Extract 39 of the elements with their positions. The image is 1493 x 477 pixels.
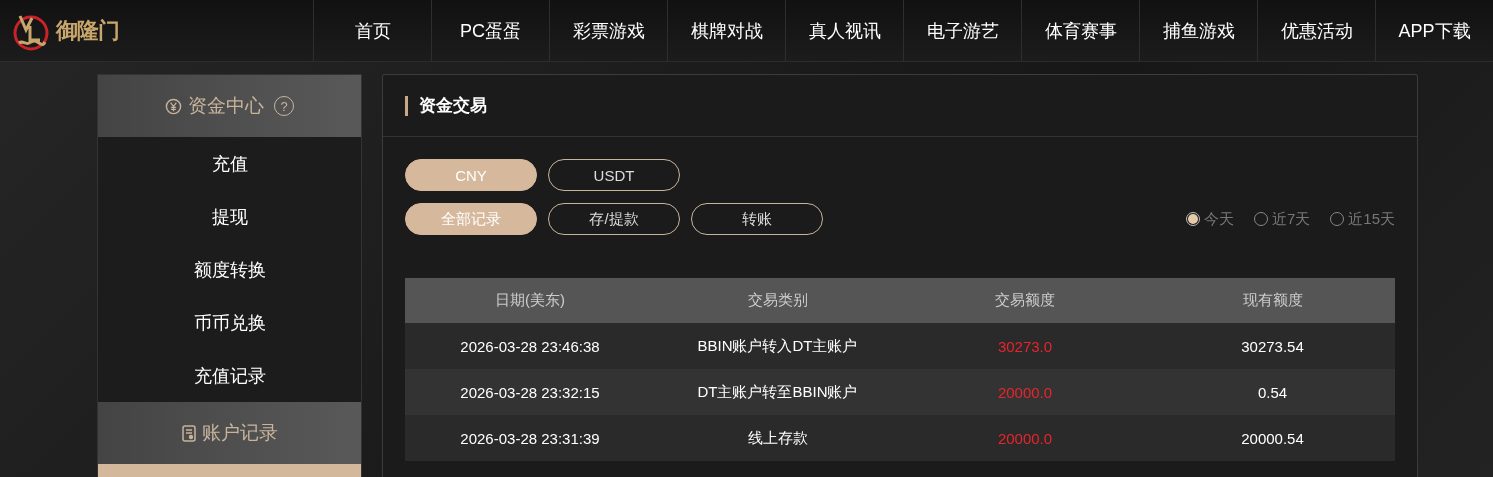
column-header: 现有额度 [1241,290,1304,310]
sidebar-group-title: 账户记录 [201,421,278,445]
table-cell-text: 30273.0 [996,336,1054,357]
sidebar-group-header[interactable]: 账户记录 [98,402,361,464]
table-cell-text: 2026-03-28 23:31:39 [459,428,601,449]
table-cell-text: 2026-03-28 23:46:38 [459,336,601,357]
period-radio[interactable]: 近7天 [1253,209,1311,229]
table-cell-text: 30273.54 [1240,336,1305,357]
nav-link[interactable]: 体育赛事 [1021,0,1139,61]
table-cell-text: 2026-03-28 23:32:15 [459,382,601,403]
table-cell-text: 0.54 [1256,382,1289,403]
nav-link[interactable]: 电子游艺 [903,0,1021,61]
nav-link[interactable]: 捕鱼游戏 [1139,0,1257,61]
table-cell-text: 线上存款 [746,427,809,448]
nav-link[interactable]: 优惠活动 [1257,0,1375,61]
period-radio[interactable]: 近15天 [1330,209,1395,229]
sidebar-group-title: 资金中心 [188,94,264,118]
nav-link[interactable]: 真人视讯 [785,0,903,61]
table-cell-text: 20000.54 [1240,428,1305,449]
column-header: 日期(美东) [494,290,566,310]
nav-link[interactable]: PC蛋蛋 [431,0,549,61]
sidebar-group-header[interactable]: 资金中心 ? [98,75,361,137]
nav-link[interactable]: 彩票游戏 [549,0,667,61]
nav-link[interactable]: 首页 [313,0,431,61]
table-cell-text: 20000.0 [996,428,1054,449]
panel-title: 资金交易 [405,95,487,116]
column-header: 交易额度 [994,290,1056,310]
nav-link[interactable]: 棋牌对战 [667,0,785,61]
period-radio[interactable]: 今天 [1185,209,1234,229]
logo-text: 御隆门 [56,16,119,45]
column-header: 交易类别 [746,290,809,310]
document-icon [181,424,196,442]
sidebar-item[interactable]: 提现 [98,190,361,243]
nav-link[interactable]: APP下载 [1375,0,1493,61]
table-cell-text: 20000.0 [996,382,1054,403]
yen-coin-icon [165,97,182,115]
sidebar-item[interactable]: 充值 [98,137,361,190]
table-cell-text: BBIN账户转入DT主账户 [696,335,859,356]
table-cell-text: DT主账户转至BBIN账户 [696,381,859,402]
